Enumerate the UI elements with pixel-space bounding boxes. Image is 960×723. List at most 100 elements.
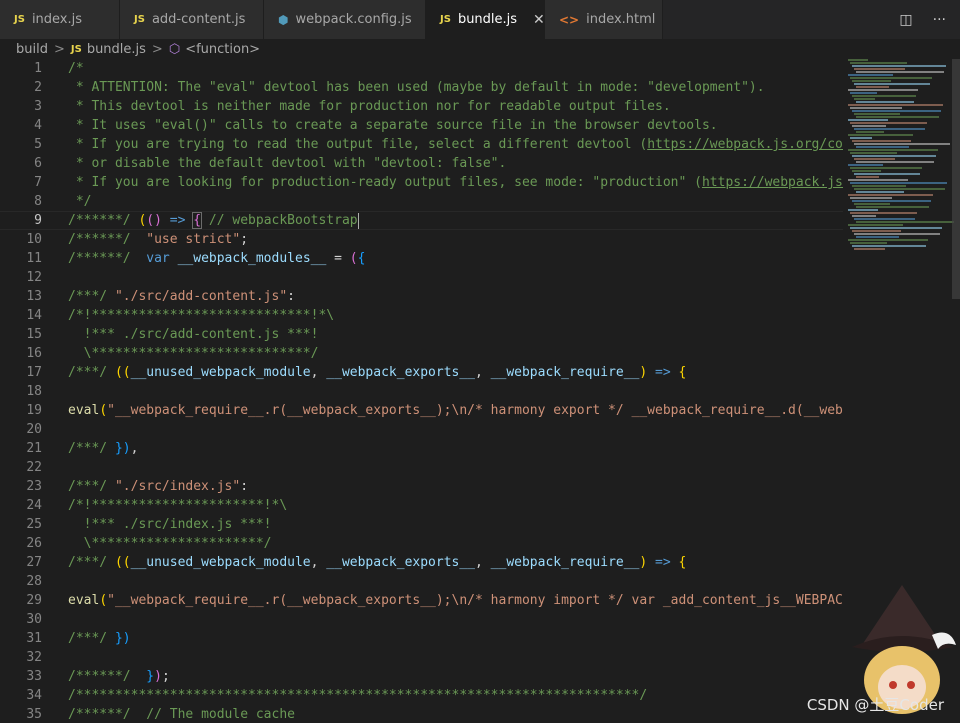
watermark: CSDN @土豆Coder <box>806 696 944 714</box>
code-token: "./src/add-content.js" <box>114 289 288 304</box>
code-token: = <box>326 251 350 266</box>
code-line: 10 /******/ "use strict"; <box>0 230 843 249</box>
code-text: \**********************/ <box>68 534 272 553</box>
code-text: /*!**********************!*\ <box>68 496 287 515</box>
minimap[interactable] <box>848 59 954 259</box>
minimap-line <box>854 128 925 130</box>
minimap-line <box>850 107 902 109</box>
tab-label: index.js <box>31 12 83 27</box>
code-token: * If you are looking for production-read… <box>68 175 702 190</box>
code-line: 31 /***/ }) <box>0 629 843 648</box>
line-number: 32 <box>26 650 42 665</box>
code-token: * This devtool is neither made for produ… <box>68 99 671 114</box>
code-text: /***/ }), <box>68 439 138 458</box>
minimap-line <box>854 98 875 100</box>
breadcrumb-file[interactable]: bundle.js <box>87 42 146 57</box>
code-token: /* <box>68 61 84 76</box>
minimap-line <box>848 119 888 121</box>
code-line: 13 /***/ "./src/add-content.js": <box>0 287 843 306</box>
tab-add-content-js[interactable]: JS add-content.js <box>120 0 264 39</box>
code-text: * ATTENTION: The "eval" devtool has been… <box>68 78 765 97</box>
line-number: 26 <box>26 536 42 551</box>
code-line: 19 eval("__webpack_require__.r(__webpack_… <box>0 401 843 420</box>
minimap-line <box>848 104 943 106</box>
minimap-line <box>852 95 916 97</box>
minimap-line <box>850 197 892 199</box>
line-number: 5 <box>34 137 42 152</box>
code-line: 3 * This devtool is neither made for pro… <box>0 97 843 116</box>
code-token: , <box>310 365 327 380</box>
tab-index-js[interactable]: JS index.js <box>0 0 120 39</box>
chevron-right-icon: > <box>151 41 163 57</box>
breadcrumb-folder[interactable]: build <box>16 42 48 57</box>
vertical-scrollbar[interactable] <box>952 59 960 299</box>
minimap-line <box>850 77 932 79</box>
minimap-line <box>854 218 915 220</box>
minimap-line <box>852 110 941 112</box>
code-text: eval("__webpack_require__.r(__webpack_ex… <box>68 401 843 420</box>
js-file-icon: JS <box>134 14 145 25</box>
code-text: eval("__webpack_require__.r(__webpack_ex… <box>68 591 843 610</box>
code-token: // The module cache <box>146 707 295 722</box>
split-editor-icon[interactable]: ◫ <box>899 12 912 28</box>
code-line: 11 /******/ var __webpack_modules__ = ({ <box>0 249 843 268</box>
line-number: 18 <box>26 384 42 399</box>
code-line: 15 !*** ./src/add-content.js ***! <box>0 325 843 344</box>
editor-actions: ◫ ··· <box>899 0 960 39</box>
code-line: 21 /***/ }), <box>0 439 843 458</box>
code-text: /***/ ((__unused_webpack_module, __webpa… <box>68 553 686 572</box>
minimap-line <box>856 176 879 178</box>
code-token: : <box>240 479 249 494</box>
line-number: 23 <box>26 479 42 494</box>
minimap-line <box>856 221 954 223</box>
code-token: "use strict" <box>146 232 241 247</box>
code-text: * or disable the default devtool with "d… <box>68 154 506 173</box>
tab-webpack-config-js[interactable]: ⬢ webpack.config.js <box>264 0 426 39</box>
code-line: 26 \**********************/ <box>0 534 843 553</box>
more-actions-icon[interactable]: ··· <box>933 12 946 28</box>
html-file-icon: <> <box>559 12 580 27</box>
code-line: 14 /*!****************************!*\ <box>0 306 843 325</box>
tab-label: webpack.config.js <box>295 12 412 27</box>
line-number: 21 <box>26 441 42 456</box>
minimap-line <box>854 143 950 145</box>
minimap-line <box>850 242 887 244</box>
code-token: !*** ./src/add-content.js ***! <box>68 327 319 342</box>
minimap-line <box>854 68 905 70</box>
code-token: /***/ <box>68 441 115 456</box>
code-token: */ <box>68 194 92 209</box>
minimap-line <box>852 80 891 82</box>
code-token: }) <box>114 441 131 456</box>
code-line: 5 * If you are trying to read the output… <box>0 135 843 154</box>
tab-index-html[interactable]: <> index.html <box>545 0 663 39</box>
code-line: 23 /***/ "./src/index.js": <box>0 477 843 496</box>
code-editor[interactable]: 1 /* 2 * ATTENTION: The "eval" devtool has… <box>0 59 843 723</box>
line-number: 16 <box>26 346 42 361</box>
close-icon[interactable]: ✕ <box>533 12 545 28</box>
breadcrumb-symbol[interactable]: <function> <box>185 42 260 57</box>
minimap-line <box>848 134 913 136</box>
line-number: 2 <box>34 80 42 95</box>
minimap-line <box>854 203 890 205</box>
line-number: 19 <box>26 403 42 418</box>
minimap-line <box>856 236 899 238</box>
code-text: /******/ // The module cache <box>68 705 295 723</box>
minimap-line <box>856 71 944 73</box>
code-token: eval <box>68 403 100 418</box>
minimap-line <box>852 215 876 217</box>
code-token: }) <box>114 631 131 646</box>
minimap-line <box>856 206 929 208</box>
tab-bundle-js[interactable]: JS bundle.js ✕ <box>426 0 545 39</box>
minimap-line <box>854 233 940 235</box>
line-number: 8 <box>34 194 42 209</box>
code-token: * ATTENTION: The "eval" devtool has been… <box>68 80 765 95</box>
code-token: /***************************************… <box>68 688 648 703</box>
code-token: https://webpack.js.org/conf <box>647 137 843 152</box>
code-token: /***/ <box>68 631 115 646</box>
line-number: 28 <box>26 574 42 589</box>
